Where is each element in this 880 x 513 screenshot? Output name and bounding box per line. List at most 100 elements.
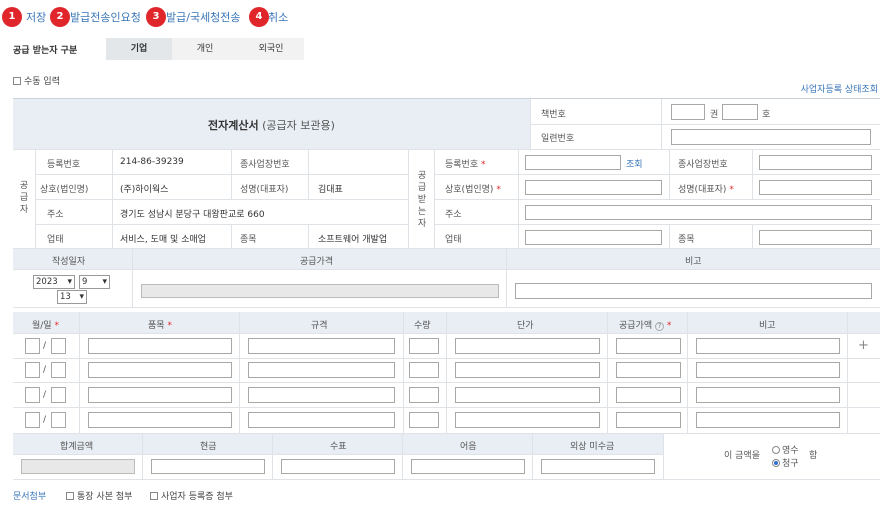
check-input[interactable] <box>281 459 395 474</box>
item-unit-price-input[interactable] <box>455 362 600 378</box>
receiver-ceo-input[interactable] <box>759 180 872 195</box>
supplier-reg-no: 214-86-39239 <box>120 157 184 167</box>
recipient-type-company[interactable]: 기업 <box>106 38 172 60</box>
item-spec-input[interactable] <box>248 412 395 428</box>
manual-input-label: 수동 입력 <box>24 77 60 87</box>
month-select[interactable]: 9 <box>79 275 110 289</box>
item-qty-input[interactable] <box>409 412 439 428</box>
serial-input[interactable] <box>671 129 871 145</box>
item-name-input[interactable] <box>88 387 232 403</box>
receiver-address-input[interactable] <box>525 205 872 220</box>
attach-doc-link[interactable]: 문서첨부 <box>13 489 46 502</box>
receiver-biz-type-input[interactable] <box>525 230 662 245</box>
invoice-title: 전자계산서 (공급자 보관용) <box>208 119 335 132</box>
supply-amount-field <box>141 284 499 298</box>
receiver-ceo-label: 성명(대표자) * <box>678 185 734 195</box>
item-qty-input[interactable] <box>409 338 439 354</box>
request-issue-button[interactable]: 발급전송인요청 <box>70 9 141 27</box>
receiver-name-input[interactable] <box>525 180 662 195</box>
credit-label: 외상 미수금 <box>570 442 615 452</box>
item-spec-input[interactable] <box>248 362 395 378</box>
bankbook-checkbox[interactable] <box>66 492 74 500</box>
receiver-address-label: 주소 <box>445 210 462 220</box>
recipient-type-foreigner[interactable]: 외국인 <box>238 38 304 60</box>
supplier-address-label: 주소 <box>47 210 64 220</box>
help-icon[interactable]: ? <box>655 322 664 331</box>
receiver-reg-no-input[interactable] <box>525 155 621 170</box>
receipt-option[interactable]: 영수 <box>772 443 799 456</box>
item-note-input[interactable] <box>696 338 840 354</box>
total-amount-field <box>21 459 135 474</box>
amount-label: 공급가격 <box>300 257 334 267</box>
bankbook-attach-option[interactable]: 통장 사본 첨부 <box>66 489 132 502</box>
item-month-input[interactable] <box>25 338 40 354</box>
item-month-input[interactable] <box>25 362 40 378</box>
item-supply-value-input[interactable] <box>616 362 681 378</box>
row-divider <box>13 407 880 408</box>
item-note-input[interactable] <box>696 362 840 378</box>
date-separator: / <box>43 415 47 425</box>
receiver-name-label: 상호(법인명) * <box>445 185 501 195</box>
item-spec-input[interactable] <box>248 387 395 403</box>
credit-input[interactable] <box>541 459 655 474</box>
item-day-input[interactable] <box>51 362 66 378</box>
date-separator: / <box>43 341 47 351</box>
items-header-item: 품목 * <box>148 321 172 331</box>
save-button[interactable]: 저장 <box>26 9 46 27</box>
item-month-input[interactable] <box>25 412 40 428</box>
item-spec-input[interactable] <box>248 338 395 354</box>
cancel-button[interactable]: 취소 <box>268 9 288 27</box>
issue-send-nts-button[interactable]: 발급/국세청전송 <box>166 9 241 27</box>
receiver-sub-biz-input[interactable] <box>759 155 872 170</box>
supplier-reg-no-label: 등록번호 <box>47 160 81 170</box>
item-unit-price-input[interactable] <box>455 412 600 428</box>
supplier-section-label: 공 급 자 <box>19 181 29 215</box>
year-select[interactable]: 2023 <box>33 275 75 289</box>
receiver-lookup-link[interactable]: 조회 <box>626 157 643 170</box>
date-row-header <box>13 249 880 269</box>
supplier-sub-biz-label: 종사업장번호 <box>240 160 290 170</box>
date-separator: / <box>43 390 47 400</box>
item-qty-input[interactable] <box>409 362 439 378</box>
item-month-input[interactable] <box>25 387 40 403</box>
book-no-input[interactable] <box>671 104 705 120</box>
item-unit-price-input[interactable] <box>455 338 600 354</box>
note-input[interactable] <box>515 283 872 299</box>
receiver-biz-item-input[interactable] <box>759 230 872 245</box>
items-header-qty: 수량 <box>414 321 431 331</box>
item-day-input[interactable] <box>51 338 66 354</box>
add-row-icon[interactable]: + <box>858 338 869 353</box>
supplier-biz-item-label: 종목 <box>240 235 257 245</box>
receipt-radio[interactable] <box>772 446 780 454</box>
item-unit-price-input[interactable] <box>455 387 600 403</box>
item-supply-value-input[interactable] <box>616 387 681 403</box>
item-supply-value-input[interactable] <box>616 338 681 354</box>
manual-input-option[interactable]: 수동 입력 <box>13 74 60 87</box>
business-status-link[interactable]: 사업자등록 상태조회 <box>801 82 878 95</box>
item-note-input[interactable] <box>696 412 840 428</box>
claim-option[interactable]: 청구 <box>772 456 799 469</box>
item-supply-value-input[interactable] <box>616 412 681 428</box>
cash-input[interactable] <box>151 459 265 474</box>
row-divider <box>13 382 880 383</box>
ho-input[interactable] <box>722 104 758 120</box>
supplier-address: 경기도 성남시 분당구 대왕판교로 660 <box>120 210 265 220</box>
item-name-input[interactable] <box>88 338 232 354</box>
item-qty-input[interactable] <box>409 387 439 403</box>
item-day-input[interactable] <box>51 412 66 428</box>
book-no-label: 책번호 <box>541 110 566 120</box>
item-name-input[interactable] <box>88 362 232 378</box>
item-day-input[interactable] <box>51 387 66 403</box>
claim-radio[interactable] <box>772 459 780 467</box>
biz-reg-checkbox[interactable] <box>150 492 158 500</box>
note-label: 비고 <box>685 257 702 267</box>
item-name-input[interactable] <box>88 412 232 428</box>
supplier-biz-item: 소프트웨어 개발업 <box>318 235 388 245</box>
day-select[interactable]: 13 <box>57 290 87 304</box>
manual-input-checkbox[interactable] <box>13 77 21 85</box>
item-note-input[interactable] <box>696 387 840 403</box>
cash-label: 현금 <box>200 442 217 452</box>
biz-reg-attach-option[interactable]: 사업자 등록증 첨부 <box>150 489 233 502</box>
recipient-type-individual[interactable]: 개인 <box>172 38 238 60</box>
bill-input[interactable] <box>411 459 525 474</box>
